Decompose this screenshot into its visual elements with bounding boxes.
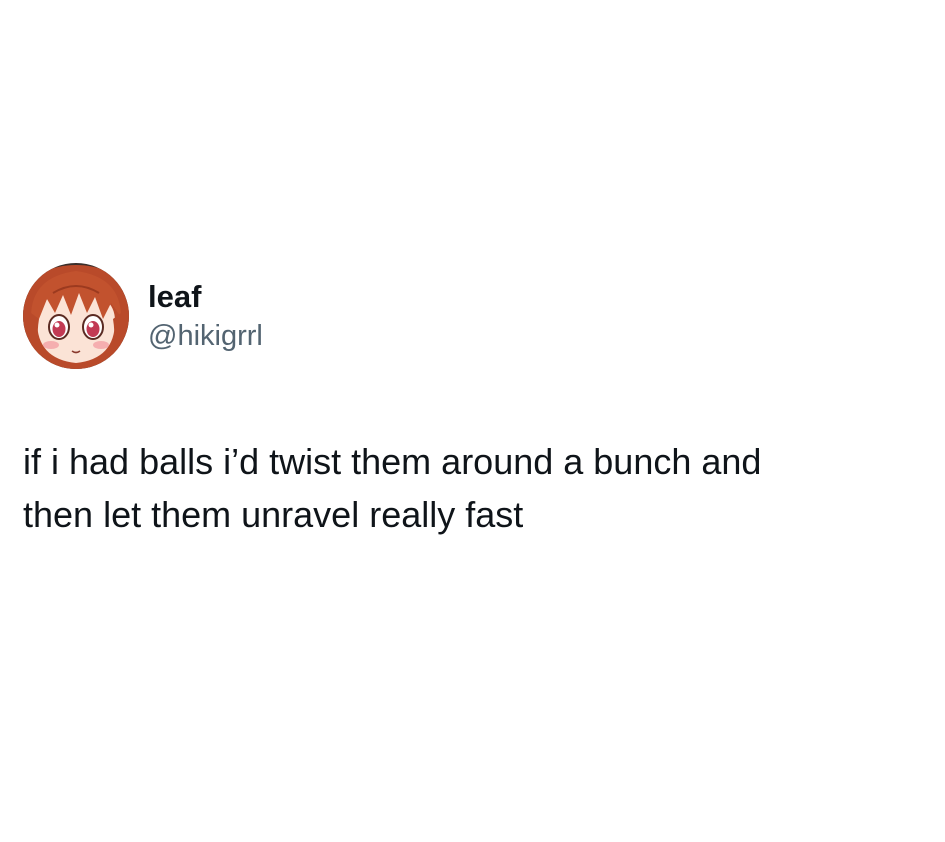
tweet-text: if i had balls i’d twist them around a b… bbox=[23, 441, 762, 535]
tweet: leaf @hikigrrl if i had balls i’d twist … bbox=[23, 263, 903, 541]
tweet-header: leaf @hikigrrl bbox=[23, 263, 903, 369]
avatar[interactable] bbox=[23, 263, 129, 369]
display-name[interactable]: leaf bbox=[148, 278, 263, 316]
user-info: leaf @hikigrrl bbox=[148, 278, 263, 354]
user-handle[interactable]: @hikigrrl bbox=[148, 318, 263, 354]
anime-girl-avatar-icon bbox=[23, 263, 129, 369]
